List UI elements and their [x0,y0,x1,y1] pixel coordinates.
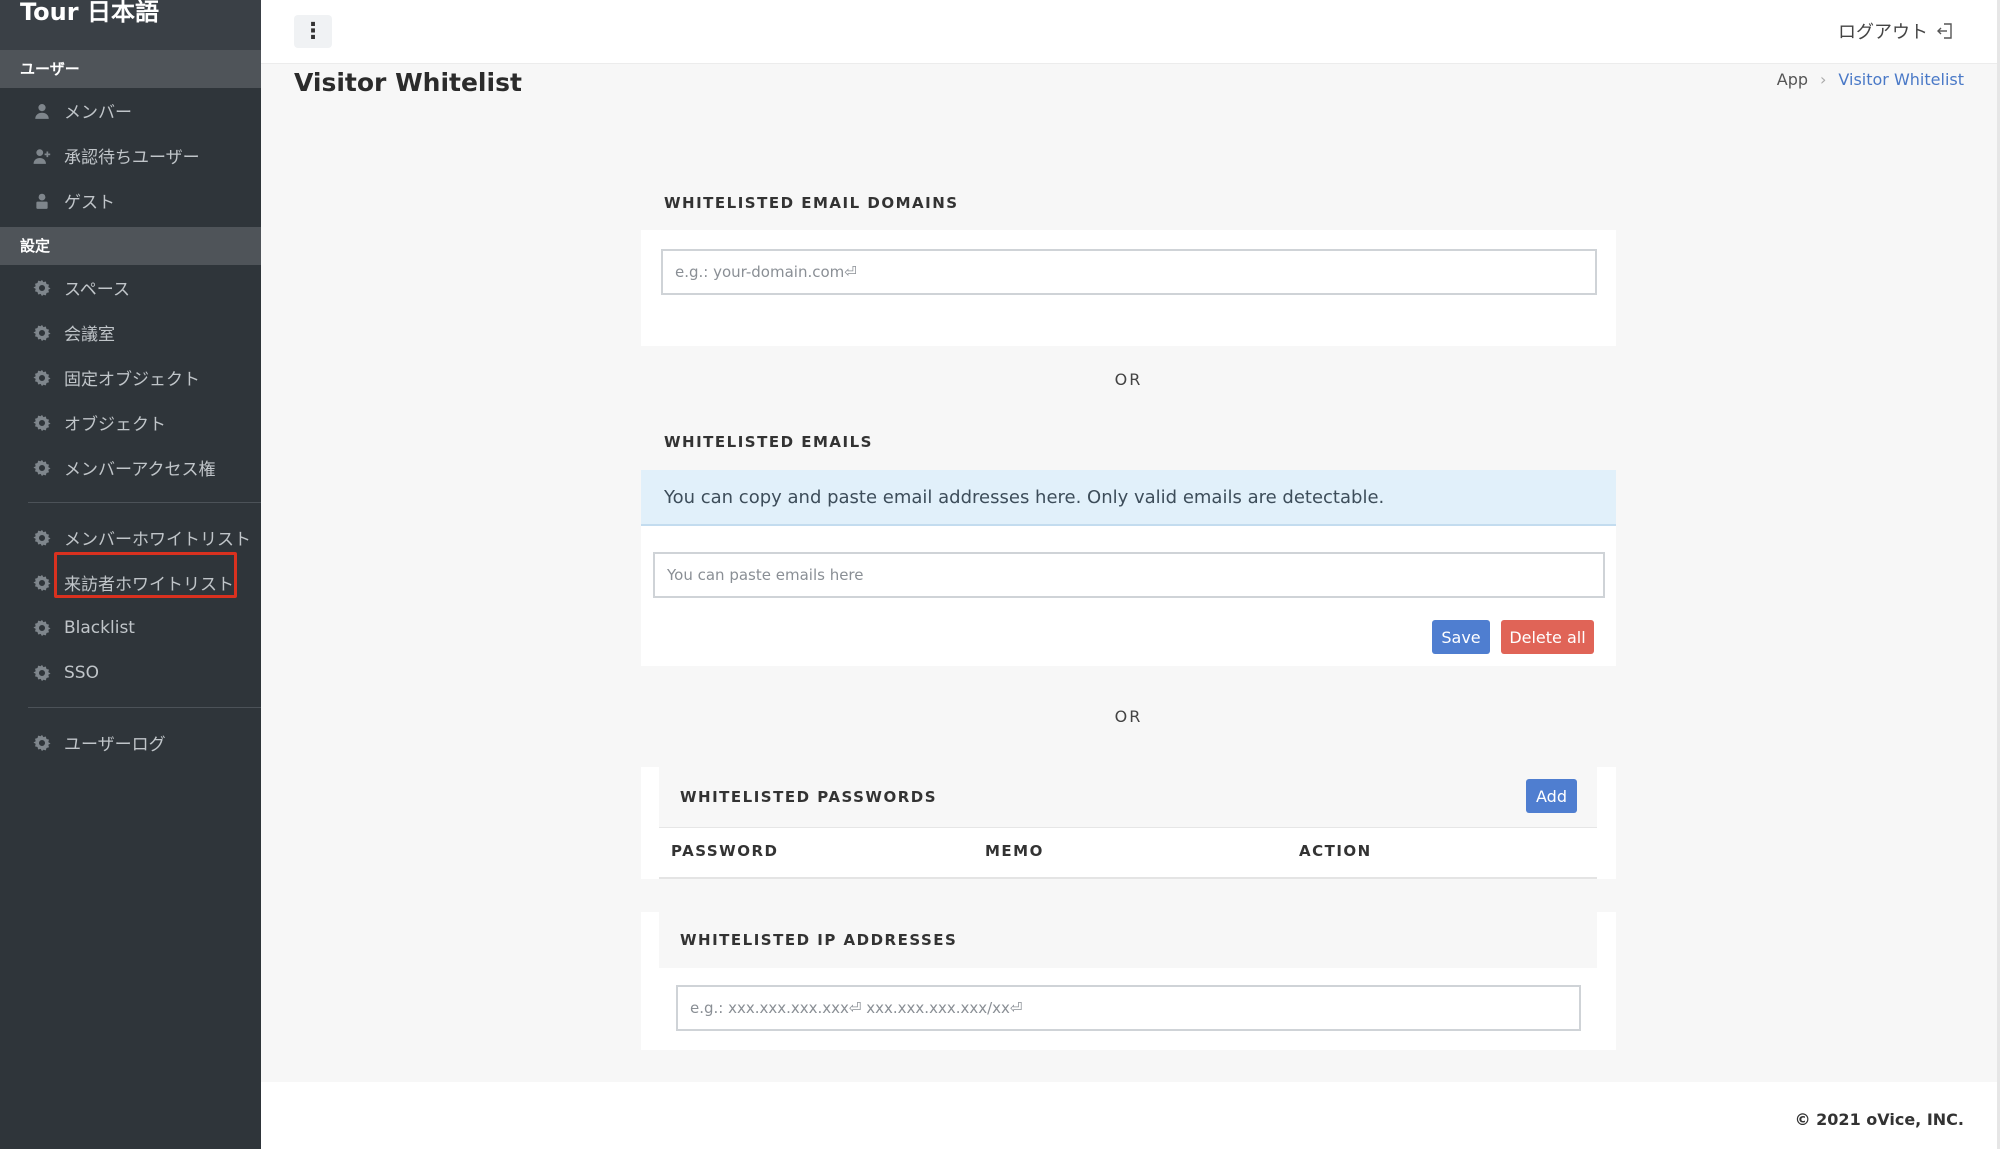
main-content: WHITELISTED EMAIL DOMAINS e.g.: your-dom… [261,140,1997,1082]
ip-addresses-card: WHITELISTED IP ADDRESSES e.g.: xxx.xxx.x… [641,912,1616,1050]
sidebar-item-label: 固定オブジェクト [64,370,200,390]
sidebar-item-pending-users[interactable]: 承認待ちユーザー [0,133,261,178]
ip-addresses-header-label: WHITELISTED IP ADDRESSES [680,931,958,949]
gear-icon [32,528,52,548]
menu-button[interactable]: ⋮ [294,15,332,48]
chevron-right-icon: › [1820,70,1827,89]
emails-header: WHITELISTED EMAILS [641,414,1616,470]
passwords-header: WHITELISTED PASSWORDS [659,767,1597,827]
sidebar-item-meeting-rooms[interactable]: 会議室 [0,310,261,355]
sidebar-item-members[interactable]: メンバー [0,88,261,133]
or-divider-label: OR [1114,370,1143,389]
sidebar-item-label: メンバーアクセス権 [64,460,216,480]
gear-icon [32,323,52,343]
ip-addresses-header: WHITELISTED IP ADDRESSES [659,912,1597,968]
sidebar-section-settings: 設定 [0,227,261,265]
passwords-card: WHITELISTED PASSWORDS Add PASSWORD MEMO … [641,767,1616,879]
sidebar-divider [28,707,261,708]
user-plus-icon [32,146,52,166]
copyright-text: © 2021 oVice, INC. [1794,1110,1964,1129]
ip-addresses-input[interactable]: e.g.: xxx.xxx.xxx.xxx⏎ xxx.xxx.xxx.xxx/x… [676,985,1581,1031]
highlight-annotation-box [54,552,237,598]
sidebar-item-label: ゲスト [64,193,115,213]
sidebar-item-guests[interactable]: ゲスト [0,178,261,223]
gear-icon [32,368,52,388]
breadcrumb: App › Visitor Whitelist [1777,70,1964,89]
emails-paste-input[interactable]: You can paste emails here [653,552,1605,598]
gear-icon [32,663,52,683]
add-password-button[interactable]: Add [1526,779,1577,813]
sidebar-item-label: オブジェクト [64,415,166,435]
sidebar-item-blacklist[interactable]: Blacklist [0,605,261,650]
email-domains-input[interactable]: e.g.: your-domain.com⏎ [661,249,1597,295]
sidebar-item-label: SSO [64,662,99,683]
logout-button[interactable]: ログアウト [1838,18,1955,44]
gear-icon [32,278,52,298]
logout-label: ログアウト [1838,22,1928,43]
column-header-memo: MEMO [985,842,1044,860]
save-button[interactable]: Save [1432,620,1490,654]
sidebar-item-user-log[interactable]: ユーザーログ [0,720,261,765]
or-divider-label: OR [1114,707,1143,726]
vertical-dots-icon: ⋮ [302,18,324,44]
sidebar-item-label: メンバー [64,103,132,123]
gear-icon [32,413,52,433]
sidebar-item-label: ユーザーログ [64,735,166,755]
footer: © 2021 oVice, INC. [261,1082,1997,1149]
user-icon [32,101,52,121]
sidebar-item-label: 会議室 [64,325,115,345]
logout-icon [1937,23,1952,39]
gear-icon [32,573,52,593]
breadcrumb-app-link[interactable]: App [1777,70,1808,89]
top-header: ⋮ ログアウト [261,0,2000,64]
sidebar: Tour 日本語 ユーザー メンバー 承認待ちユーザー ゲスト 設定 スペース … [0,0,261,1149]
sidebar-section-users: ユーザー [0,50,261,88]
gear-icon [32,618,52,638]
sidebar-item-member-access[interactable]: メンバーアクセス権 [0,445,261,490]
sidebar-item-label: スペース [64,280,130,300]
sidebar-item-fixed-objects[interactable]: 固定オブジェクト [0,355,261,400]
gear-icon [32,733,52,753]
emails-info-box: You can copy and paste email addresses h… [641,470,1616,526]
guest-icon [32,191,52,211]
email-domains-card: WHITELISTED EMAIL DOMAINS e.g.: your-dom… [641,176,1616,346]
delete-all-button[interactable]: Delete all [1501,620,1594,654]
email-domains-header: WHITELISTED EMAIL DOMAINS [641,176,1616,230]
sidebar-divider [28,502,261,503]
passwords-header-label: WHITELISTED PASSWORDS [680,788,938,806]
brand-title: Tour 日本語 [0,0,261,50]
emails-card: WHITELISTED EMAILS You can copy and past… [641,414,1616,666]
column-header-action: ACTION [1299,842,1372,860]
sidebar-item-label: Blacklist [64,617,135,638]
sidebar-item-space[interactable]: スペース [0,265,261,310]
page-title: Visitor Whitelist [294,68,522,97]
sidebar-item-objects[interactable]: オブジェクト [0,400,261,445]
gear-icon [32,458,52,478]
page-title-band: Visitor Whitelist App › Visitor Whitelis… [261,64,1997,140]
sidebar-item-sso[interactable]: SSO [0,650,261,695]
breadcrumb-current: Visitor Whitelist [1838,70,1964,89]
sidebar-item-label: 承認待ちユーザー [64,148,200,168]
sidebar-item-label: メンバーホワイトリスト [64,530,251,550]
passwords-table-head: PASSWORD MEMO ACTION [659,827,1597,879]
column-header-password: PASSWORD [671,842,779,860]
